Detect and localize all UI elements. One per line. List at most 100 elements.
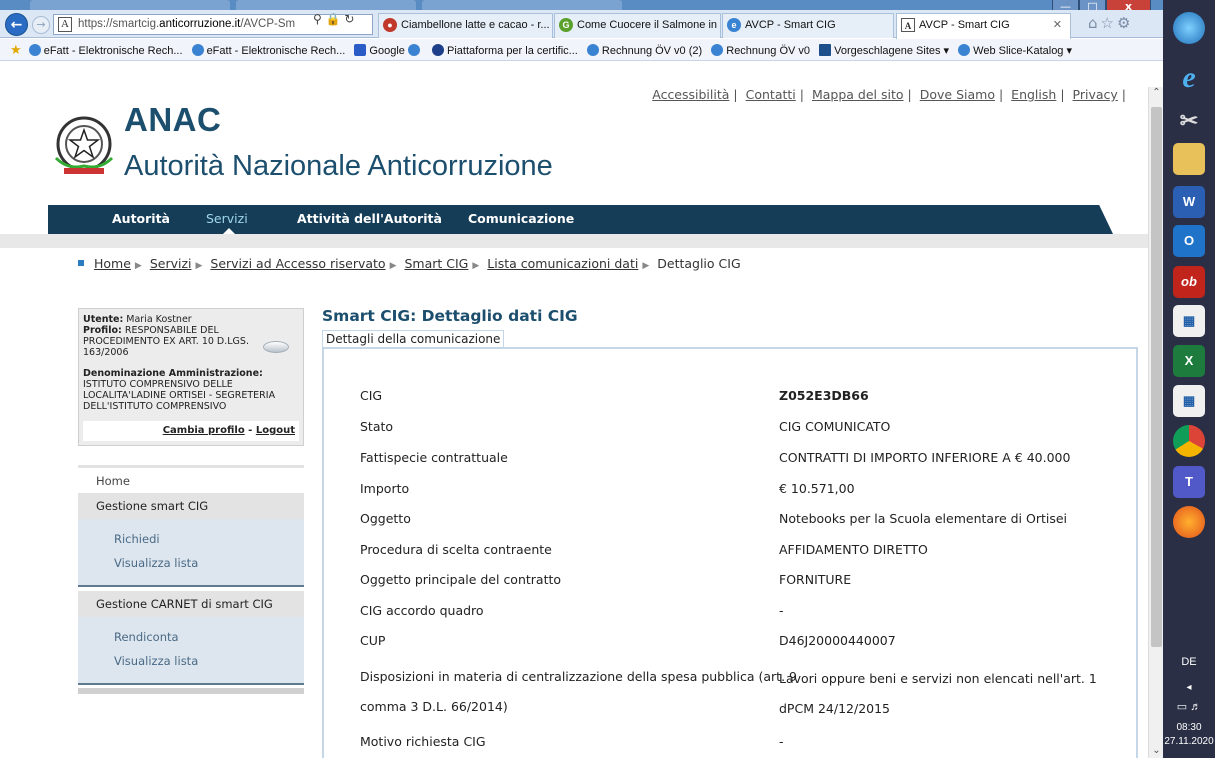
breadcrumb-servizi[interactable]: Servizi	[150, 256, 192, 271]
logout-link[interactable]: Logout	[256, 425, 295, 436]
sidemenu-item-visualizza-lista-carnet[interactable]: Visualizza lista	[78, 649, 304, 673]
refresh-icon[interactable]: ↻	[344, 12, 354, 26]
forward-icon[interactable]: →	[32, 16, 50, 34]
search-icon[interactable]: ⚲	[313, 12, 322, 26]
sidemenu-end-bar	[78, 688, 304, 694]
snipping-tool-icon[interactable]: ✂	[1173, 105, 1205, 137]
field-value-procedura: AFFIDAMENTO DIRETTO	[779, 542, 928, 557]
scroll-down-icon[interactable]: ⌄	[1151, 745, 1162, 756]
internet-explorer-icon[interactable]: e	[1173, 62, 1205, 94]
chevron-right-icon: ▶	[472, 261, 480, 271]
chevron-left-icon[interactable]: ◂	[1163, 682, 1215, 693]
ie-icon	[191, 44, 204, 56]
sidemenu-sublist: Rendiconta Visualizza lista	[78, 617, 304, 685]
link-contatti[interactable]: Contatti	[746, 87, 796, 102]
background-tab[interactable]	[236, 0, 416, 10]
favorite-label: Google	[369, 45, 405, 57]
chevron-right-icon: ▶	[389, 261, 397, 271]
scroll-up-icon[interactable]: ⌃	[1151, 87, 1162, 98]
home-icon[interactable]: ⌂	[1088, 14, 1101, 32]
favorite-item[interactable]: Web Slice-Katalog ▾	[958, 41, 1072, 60]
field-value-cig: Z052E3DB66	[779, 388, 869, 403]
breadcrumb-servizi-accesso[interactable]: Servizi ad Accesso riservato	[210, 256, 385, 271]
sidemenu-item-richiedi[interactable]: Richiedi	[78, 527, 304, 551]
chevron-right-icon: ▶	[195, 261, 203, 271]
field-label: CUP	[360, 633, 386, 648]
favorite-item[interactable]: Vorgeschlagene Sites ▾	[819, 41, 950, 60]
favorites-bar: ★ eFatt - Elektronische Rech... eFatt - …	[0, 39, 1163, 61]
back-icon[interactable]: ←	[5, 13, 28, 36]
favorite-item[interactable]: Rechnung ÖV v0	[711, 41, 810, 60]
field-label-cont: comma 3 D.L. 66/2014)	[360, 699, 508, 714]
clock-time[interactable]: 08:30	[1163, 722, 1215, 733]
sidemenu-item-visualizza-lista[interactable]: Visualizza lista	[78, 551, 304, 575]
breadcrumb-home[interactable]: Home	[94, 256, 131, 271]
favorites-star-icon[interactable]: ★	[10, 39, 22, 60]
user-status-icon	[263, 341, 289, 353]
breadcrumb-smart-cig[interactable]: Smart CIG	[404, 256, 468, 271]
obu-app-icon[interactable]: ob	[1173, 266, 1205, 298]
clock-date[interactable]: 27.11.2020	[1163, 736, 1215, 747]
start-orb-icon[interactable]	[1173, 12, 1205, 44]
close-tab-icon[interactable]: ✕	[1053, 14, 1062, 37]
tab-salmone[interactable]: G Come Cuocere il Salmone in ...	[554, 13, 721, 38]
teams-icon[interactable]: T	[1173, 466, 1205, 498]
excel-icon[interactable]: X	[1173, 345, 1205, 377]
sidemenu-group-smart-cig[interactable]: Gestione smart CIG	[78, 493, 304, 519]
nav-item-attivita[interactable]: Attività dell'Autorità	[297, 205, 442, 234]
browser-nav-bar: ← → A https://smartcig.anticorruzione.it…	[0, 10, 1163, 39]
cambia-profilo-link[interactable]: Cambia profilo	[163, 425, 245, 436]
nav-item-comunicazione[interactable]: Comunicazione	[468, 205, 574, 234]
profilo-label: Profilo:	[83, 325, 122, 336]
link-mappa-del-sito[interactable]: Mappa del sito	[812, 87, 904, 102]
background-tab[interactable]	[30, 0, 230, 10]
favorite-item[interactable]: Rechnung ÖV v0 (2)	[586, 41, 702, 60]
network-volume-icon[interactable]: ▭ ♬	[1163, 700, 1215, 713]
link-dove-siamo[interactable]: Dove Siamo	[920, 87, 995, 102]
scroll-thumb[interactable]	[1151, 107, 1162, 647]
denominazione-value: ISTITUTO COMPRENSIVO DELLE LOCALITA'LADI…	[83, 379, 276, 412]
tab-ciambellone[interactable]: ● Ciambellone latte e cacao - r...	[378, 13, 553, 38]
chrome-icon[interactable]	[1173, 425, 1205, 457]
ie-icon	[586, 44, 599, 56]
ie-icon	[407, 44, 420, 56]
breadcrumb-lista[interactable]: Lista comunicazioni dati	[487, 256, 638, 271]
settings-gear-icon[interactable]: ⚙	[1117, 14, 1133, 32]
firefox-icon[interactable]	[1173, 506, 1205, 538]
sidemenu-group-carnet[interactable]: Gestione CARNET di smart CIG	[78, 591, 304, 617]
calendar-icon[interactable]: ▦	[1173, 305, 1205, 337]
page-scrollbar[interactable]: ⌃ ⌄	[1148, 87, 1163, 758]
word-icon[interactable]: W	[1173, 186, 1205, 218]
tab-favicon-icon: G	[559, 18, 573, 32]
link-english[interactable]: English	[1011, 87, 1056, 102]
sidemenu-home[interactable]: Home	[78, 465, 304, 493]
field-value-disposizioni-cont: dPCM 24/12/2015	[779, 701, 891, 716]
favorite-item[interactable]: eFatt - Elektronische Rech...	[28, 41, 183, 60]
tab-label: Ciambellone latte e cacao - r...	[401, 19, 550, 31]
web-page: Accessibilità | Contatti | Mappa del sito |…	[0, 62, 1148, 758]
side-menu: Home Gestione smart CIG Richiedi Visuali…	[78, 465, 304, 694]
sidemenu-item-rendiconta[interactable]: Rendiconta	[78, 625, 304, 649]
background-tab[interactable]	[422, 0, 622, 10]
lock-icon[interactable]: 🔒	[326, 12, 341, 26]
tab-avcp-smart-cig-active[interactable]: A AVCP - Smart CIG ✕	[896, 13, 1071, 39]
favorite-item[interactable]: Google	[354, 41, 423, 60]
favorite-item[interactable]: eFatt - Elektronische Rech...	[191, 41, 345, 60]
file-explorer-icon[interactable]	[1173, 143, 1205, 175]
field-label: CIG accordo quadro	[360, 603, 484, 618]
tab-avcp-smart-cig[interactable]: e AVCP - Smart CIG	[722, 13, 894, 38]
google-icon	[354, 44, 367, 56]
nav-shadow-band	[0, 234, 1148, 248]
favorites-star-icon[interactable]: ☆	[1101, 14, 1117, 32]
link-accessibilita[interactable]: Accessibilità	[652, 87, 729, 102]
calendar-icon[interactable]: ▦	[1173, 385, 1205, 417]
sidemenu-sublist: Richiedi Visualizza lista	[78, 519, 304, 587]
ie-icon: e	[727, 18, 741, 32]
favorite-item[interactable]: Piattaforma per la certific...	[432, 41, 578, 60]
link-privacy[interactable]: Privacy	[1073, 87, 1118, 102]
outlook-icon[interactable]: O	[1173, 225, 1205, 257]
keyboard-language[interactable]: DE	[1163, 656, 1215, 668]
favorite-label: Vorgeschlagene Sites ▾	[834, 45, 950, 57]
top-links: Accessibilità | Contatti | Mappa del sito |…	[652, 87, 1126, 102]
nav-item-autorita[interactable]: Autorità	[112, 205, 170, 234]
